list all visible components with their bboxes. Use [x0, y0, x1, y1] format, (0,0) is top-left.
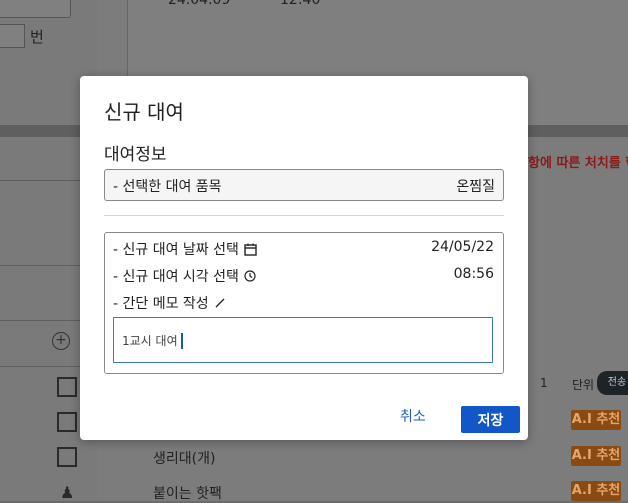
time-value[interactable]: 08:56 [454, 266, 494, 282]
divider [104, 215, 504, 216]
rental-form: - 신규 대여 날짜 선택 24/05/22 - 신규 대여 시각 선택 08: [104, 232, 504, 374]
count-header: 1 [540, 376, 548, 390]
selected-item-value: 온찜질 [456, 179, 495, 195]
checkbox[interactable] [57, 447, 77, 467]
date-value[interactable]: 24/05/22 [431, 239, 494, 255]
time-row[interactable]: - 신규 대여 시각 선택 [113, 266, 256, 286]
ai-recommend-badge[interactable]: A.I 추천 [571, 410, 621, 430]
record-time: 12:40 [280, 0, 321, 8]
unit-header: 단위 [572, 378, 595, 392]
time-label: - 신규 대여 시각 선택 [113, 269, 239, 285]
dialog-title: 신규 대여 [104, 100, 184, 124]
left-top-button[interactable] [0, 0, 71, 18]
memo-row: - 간단 메모 작성 [113, 293, 226, 313]
section-title: 대여정보 [104, 145, 167, 165]
memo-label: - 간단 메모 작성 [113, 296, 209, 312]
calendar-icon[interactable] [244, 243, 257, 256]
quantity-input[interactable] [0, 24, 25, 48]
send-button[interactable]: 전송 [597, 371, 628, 395]
selected-item-box: - 선택한 대여 품목 온찜질 [104, 169, 504, 201]
person-icon: ♟ [60, 483, 75, 502]
selected-item-label: - 선택한 대여 품목 [113, 179, 222, 195]
checkbox[interactable] [57, 377, 77, 397]
pencil-icon [214, 297, 226, 309]
ai-recommend-badge[interactable]: A.I 추천 [571, 446, 621, 466]
warning-text: 항에 따른 처치를 학습 [528, 156, 628, 171]
new-rental-dialog: 신규 대여 대여정보 - 선택한 대여 품목 온찜질 - 신규 대여 날짜 선택… [80, 76, 528, 440]
memo-input[interactable] [113, 317, 493, 363]
checkbox[interactable] [57, 412, 77, 432]
ai-recommend-badge[interactable]: A.I 추천 [571, 481, 621, 501]
add-circle-icon[interactable]: + [52, 332, 70, 350]
clock-icon[interactable] [244, 270, 256, 282]
text-caret [181, 333, 183, 349]
list-item: 생리대(개) [153, 451, 216, 467]
cancel-button[interactable]: 취소 [400, 406, 426, 426]
unit-label: 번 [30, 28, 44, 46]
date-row[interactable]: - 신규 대여 날짜 선택 [113, 239, 257, 259]
date-label: - 신규 대여 날짜 선택 [113, 242, 239, 258]
list-item: 붙이는 핫팩 [153, 486, 222, 502]
record-date: 24.04.09 [168, 0, 231, 8]
save-button[interactable]: 저장 [461, 406, 520, 433]
